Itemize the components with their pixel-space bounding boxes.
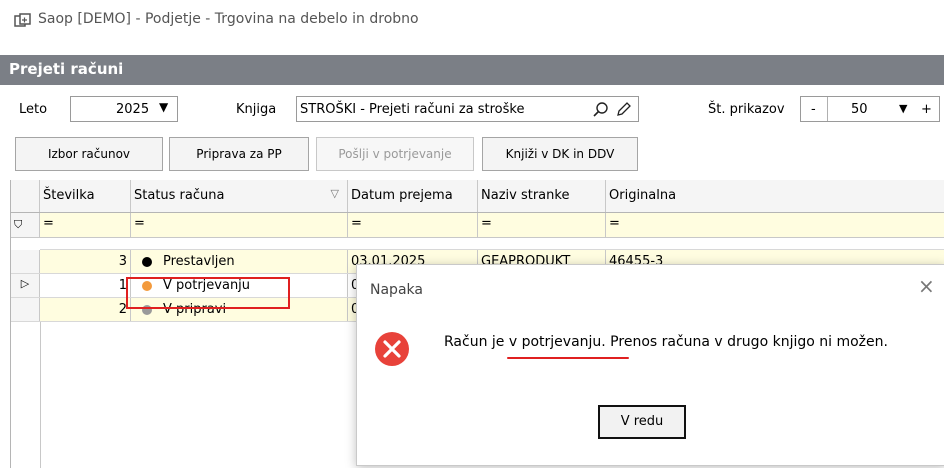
highlight-box xyxy=(126,277,290,309)
error-icon xyxy=(375,332,409,366)
prikazov-label: Št. prikazov xyxy=(708,102,785,117)
cell-stevilka: 1 xyxy=(40,274,131,297)
filter-cell-datum[interactable]: = xyxy=(348,213,478,237)
filter-cell-originalna[interactable]: = xyxy=(606,213,944,237)
edit-pencil-icon[interactable] xyxy=(615,100,633,118)
increment-button[interactable]: + xyxy=(921,102,932,117)
cell-stevilka: 3 xyxy=(40,250,131,273)
knjiga-field[interactable]: STROŠKI - Prejeti računi za stroške xyxy=(296,96,639,122)
filter-funnel-icon[interactable]: ▽ xyxy=(331,187,339,200)
chevron-down-icon: ▼ xyxy=(159,100,169,114)
prikazov-value: 50 xyxy=(851,102,868,117)
knjiga-value: STROŠKI - Prejeti računi za stroške xyxy=(300,102,525,117)
window-title: Saop [DEMO] - Podjetje - Trgovina na deb… xyxy=(38,11,419,27)
row-selector-header xyxy=(11,180,40,212)
grid-filter-row: ⛉ = = = = = xyxy=(11,213,944,238)
underline-mark xyxy=(507,357,629,359)
divider xyxy=(827,97,828,121)
column-header-originalna[interactable]: Originalna xyxy=(606,180,944,212)
knjiga-label: Knjiga xyxy=(236,102,277,117)
filter-cell-status[interactable]: = xyxy=(131,213,348,237)
module-title: Prejeti računi xyxy=(9,60,124,78)
izbor-racunov-button[interactable]: Izbor računov xyxy=(15,137,163,171)
priprava-za-pp-button[interactable]: Priprava za PP xyxy=(169,137,309,171)
column-header-datum[interactable]: Datum prejema xyxy=(348,180,478,212)
current-row-arrow-icon[interactable]: ▷ xyxy=(11,274,40,297)
poslji-v-potrjevanje-button[interactable]: Pošlji v potrjevanje xyxy=(316,137,474,171)
leto-label: Leto xyxy=(19,102,48,117)
dialog-title: Napaka xyxy=(370,282,423,298)
dialog-message: Račun je v potrjevanju. Prenos računa v … xyxy=(444,334,888,350)
search-icon[interactable] xyxy=(592,101,610,119)
column-header-status[interactable]: Status računa ▽ xyxy=(131,180,348,212)
decrement-button[interactable]: - xyxy=(811,102,816,117)
column-header-stranka[interactable]: Naziv stranke xyxy=(478,180,606,212)
filter-cell-stevilka[interactable]: = xyxy=(40,213,131,237)
cell-stevilka: 2 xyxy=(40,298,131,321)
filter-row-funnel-icon: ⛉ xyxy=(11,213,40,237)
row-selector[interactable] xyxy=(11,298,40,321)
grid-spacer xyxy=(40,238,944,250)
status-dot-icon xyxy=(142,257,152,267)
filter-cell-stranka[interactable]: = xyxy=(478,213,606,237)
row-selector[interactable] xyxy=(11,250,40,273)
close-icon[interactable]: × xyxy=(918,274,935,298)
ok-button[interactable]: V redu xyxy=(598,405,686,439)
grid-header: Številka Status računa ▽ Datum prejema N… xyxy=(11,180,944,213)
leto-select[interactable]: 2025 ▼ xyxy=(70,96,178,122)
cell-status-label: Prestavljen xyxy=(163,254,235,269)
row-selector-column xyxy=(11,322,41,468)
window-titlebar: Saop [DEMO] - Podjetje - Trgovina na deb… xyxy=(0,0,944,40)
prikazov-spinner[interactable]: - 50 ▼ + xyxy=(800,96,940,122)
knjizi-v-dk-button[interactable]: Knjiži v DK in DDV xyxy=(482,137,638,171)
column-header-stevilka[interactable]: Številka xyxy=(40,180,131,212)
cell-status: Prestavljen xyxy=(131,250,348,273)
app-logo-icon xyxy=(14,13,31,27)
leto-value: 2025 xyxy=(116,102,150,117)
chevron-down-icon[interactable]: ▼ xyxy=(899,102,907,115)
column-header-status-label: Status računa xyxy=(134,188,225,203)
module-header: Prejeti računi xyxy=(0,55,944,85)
error-dialog: Napaka × Račun je v potrjevanju. Prenos … xyxy=(356,264,944,466)
